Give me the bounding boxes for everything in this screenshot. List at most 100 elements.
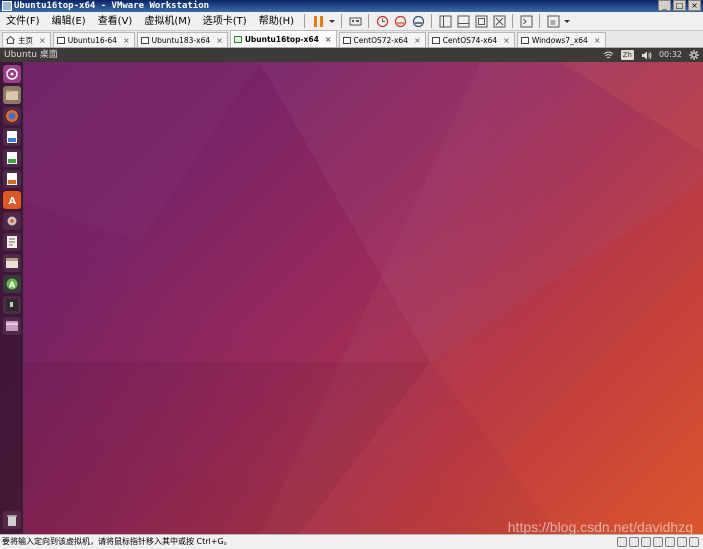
tab-home[interactable]: 主页 × (2, 32, 51, 47)
writer-icon[interactable] (3, 128, 21, 146)
manager-icon[interactable] (3, 254, 21, 272)
network-icon[interactable] (641, 537, 651, 547)
tab-label: Ubuntu16top-x64 (244, 34, 319, 44)
unity-icon (493, 15, 506, 27)
close-icon[interactable]: × (594, 36, 601, 45)
impress-glyph (7, 173, 17, 185)
software-glyph: A (9, 196, 17, 207)
thumbnail-bar-icon (457, 15, 470, 27)
tab-label: CentOS74-x64 (442, 35, 498, 45)
thumbnail-view-button[interactable] (455, 13, 471, 29)
editor-glyph (7, 236, 17, 248)
toolbar-separator (304, 14, 306, 28)
window-title-bar[interactable]: Ubuntu16top-x64 - VMware Workstation _ □… (0, 0, 703, 12)
sidebar-icon (439, 15, 452, 27)
tab-centos74-x64[interactable]: CentOS74-x64 × (427, 32, 515, 47)
wifi-icon[interactable] (603, 51, 614, 60)
trash-glyph (7, 515, 17, 526)
vm-icon (520, 36, 529, 44)
usb-icon[interactable] (653, 537, 663, 547)
close-icon[interactable]: × (414, 36, 421, 45)
close-icon[interactable]: × (216, 36, 223, 45)
menu-file[interactable]: 文件(F) (0, 12, 46, 31)
workspace-icon[interactable] (3, 317, 21, 335)
maximize-button[interactable]: □ (673, 0, 686, 11)
close-icon[interactable]: × (39, 36, 46, 45)
stretch-icon (547, 15, 560, 27)
tab-label: Ubuntu183-x64 (151, 35, 211, 45)
pause-dropdown-button[interactable] (328, 13, 336, 29)
gear-icon[interactable] (689, 50, 699, 60)
terminal-glyph (6, 299, 18, 311)
toolbar-separator (512, 14, 514, 28)
vm-icon (342, 36, 351, 44)
settings-glyph (7, 216, 17, 226)
printer-icon[interactable] (677, 537, 687, 547)
cd-rom-icon[interactable] (629, 537, 639, 547)
software-center-icon[interactable]: A (3, 191, 21, 209)
close-icon[interactable]: × (325, 35, 332, 44)
ubuntu-dash-icon[interactable] (3, 65, 21, 83)
tab-ubuntu16top-x64[interactable]: Ubuntu16top-x64 × (229, 30, 337, 47)
close-button[interactable]: × (688, 0, 701, 11)
library-view-button[interactable] (437, 13, 453, 29)
calc-icon[interactable] (3, 149, 21, 167)
volume-icon[interactable] (641, 51, 652, 60)
chevron-down-icon (329, 19, 336, 23)
menu-help[interactable]: 帮助(H) (253, 12, 300, 31)
menu-view[interactable]: 查看(V) (92, 12, 139, 31)
status-bar: 要将输入定向到该虚拟机，请将鼠标指针移入其中或按 Ctrl+G。 (0, 534, 703, 549)
vm-tab-bar: 主页 × Ubuntu16-64 × Ubuntu183-x64 × Ubunt… (0, 30, 703, 48)
terminal-icon[interactable] (3, 296, 21, 314)
stretch-dropdown-button[interactable] (563, 13, 571, 29)
trash-icon[interactable] (3, 511, 21, 529)
hard-disk-icon[interactable] (617, 537, 627, 547)
full-screen-button[interactable] (473, 13, 489, 29)
sound-icon[interactable] (665, 537, 675, 547)
settings-icon[interactable] (3, 212, 21, 230)
tab-label: Windows7_x64 (531, 35, 588, 45)
revert-snapshot-button[interactable] (392, 13, 408, 29)
tab-centos72-x64[interactable]: CentOS72-x64 × (338, 32, 426, 47)
impress-icon[interactable] (3, 170, 21, 188)
text-editor-icon[interactable] (3, 233, 21, 251)
tab-windows7-x64[interactable]: Windows7_x64 × (516, 32, 606, 47)
update-icon[interactable]: A (3, 275, 21, 293)
send-ctrl-alt-del-button[interactable] (347, 13, 363, 29)
close-icon[interactable]: × (503, 36, 510, 45)
toolbar-separator (368, 14, 370, 28)
ubuntu-desktop[interactable] (0, 62, 703, 534)
pause-icon (313, 15, 323, 27)
console-icon (520, 15, 533, 27)
minimize-button[interactable]: _ (658, 0, 671, 11)
vm-icon (56, 36, 65, 44)
menu-tabs[interactable]: 选项卡(T) (197, 12, 253, 31)
manager-glyph (6, 258, 18, 268)
tab-ubuntu16-64[interactable]: Ubuntu16-64 × (52, 32, 135, 47)
pause-button[interactable] (310, 13, 326, 29)
menu-vm[interactable]: 虚拟机(M) (138, 12, 196, 31)
snapshot-button[interactable] (374, 13, 390, 29)
menu-bar: 文件(F) 编辑(E) 查看(V) 虚拟机(M) 选项卡(T) 帮助(H) (0, 12, 703, 31)
panel-indicators: Zh 00:32 (603, 48, 699, 62)
unity-mode-button[interactable] (491, 13, 507, 29)
vm-icon (431, 36, 440, 44)
close-icon[interactable]: × (123, 36, 130, 45)
firefox-icon[interactable] (3, 107, 21, 125)
menu-edit[interactable]: 编辑(E) (46, 12, 92, 31)
display-icon[interactable] (689, 537, 699, 547)
snapshot-manager-button[interactable] (410, 13, 426, 29)
tab-ubuntu183-x64[interactable]: Ubuntu183-x64 × (136, 32, 228, 47)
writer-glyph (7, 131, 17, 143)
snapshot-manager-icon (412, 15, 424, 27)
clock[interactable]: 00:32 (659, 48, 682, 62)
stretch-guest-button[interactable] (545, 13, 561, 29)
files-icon[interactable] (3, 86, 21, 104)
console-view-button[interactable] (518, 13, 534, 29)
firefox-glyph (6, 110, 18, 122)
tab-label: 主页 (18, 35, 33, 45)
window-title: Ubuntu16top-x64 - VMware Workstation (14, 1, 210, 11)
toolbar-separator (431, 14, 433, 28)
window-controls: _ □ × (658, 0, 701, 12)
input-method-indicator[interactable]: Zh (620, 50, 634, 60)
